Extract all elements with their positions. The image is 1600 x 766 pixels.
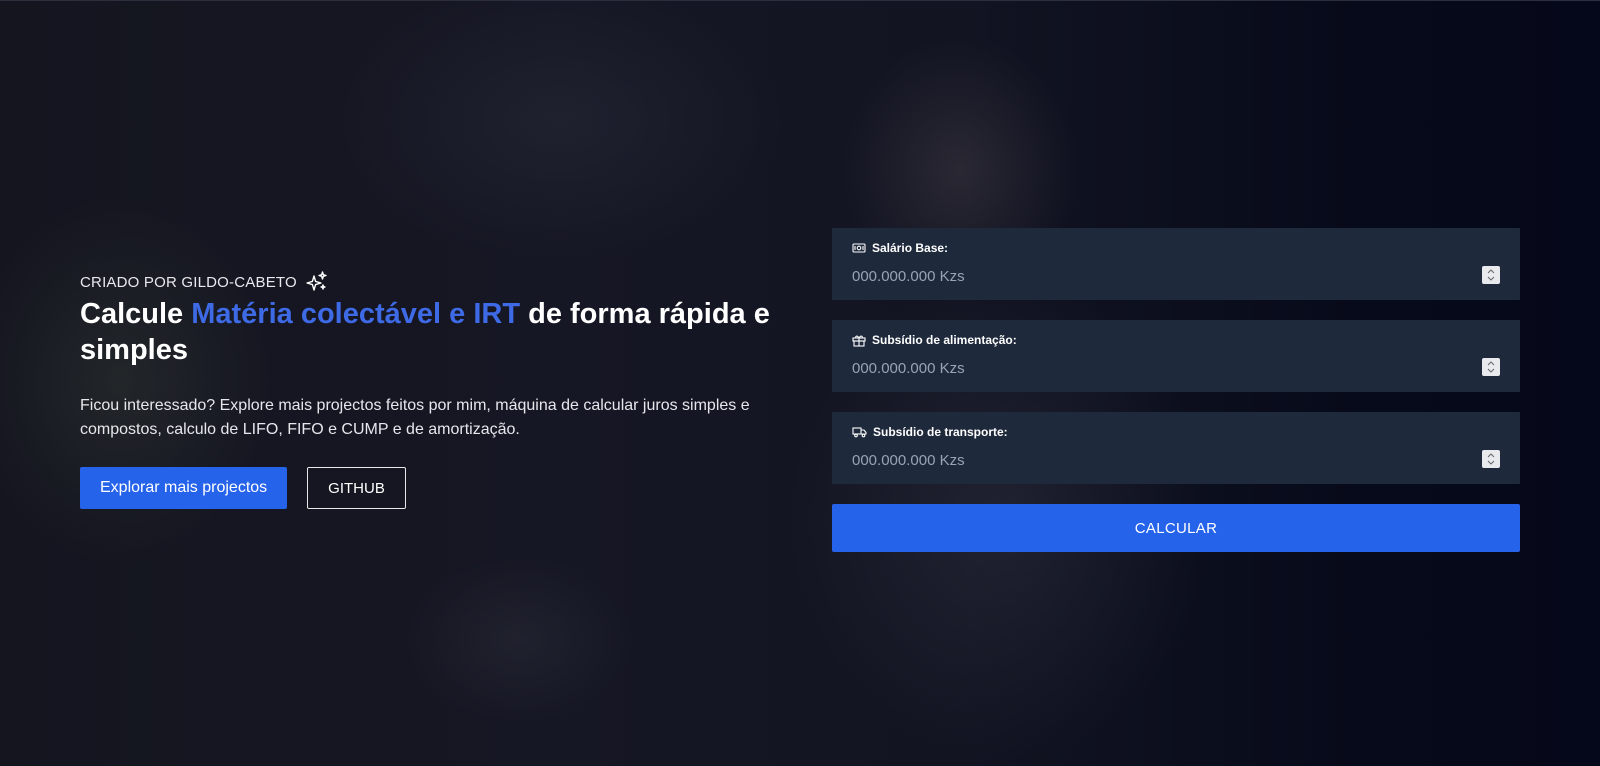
- food-allowance-label: Subsídio de alimentação:: [852, 332, 1500, 348]
- author-credit: CRIADO POR GILDO-CABETO: [80, 270, 800, 294]
- food-allowance-stepper[interactable]: [1482, 358, 1500, 376]
- food-allowance-field: Subsídio de alimentação:: [832, 320, 1520, 392]
- chevron-up-icon[interactable]: [1487, 361, 1495, 366]
- title-accent: Matéria colectável e IRT: [191, 298, 521, 330]
- transport-allowance-input[interactable]: [852, 448, 1452, 472]
- sparkles-icon: [305, 270, 329, 294]
- chevron-down-icon[interactable]: [1487, 368, 1495, 373]
- top-border: [0, 0, 1600, 1]
- truck-icon: [852, 427, 867, 438]
- base-salary-label-text: Salário Base:: [872, 241, 949, 255]
- irt-calculator-form: Salário Base: Subsídio de alimentação:: [832, 228, 1520, 552]
- explore-projects-button[interactable]: Explorar mais projectos: [80, 467, 288, 509]
- author-credit-text: CRIADO POR GILDO-CABETO: [80, 273, 297, 291]
- hero-section: CRIADO POR GILDO-CABETO Calcule Matéria …: [80, 270, 800, 509]
- food-allowance-input[interactable]: [852, 356, 1452, 380]
- title-prefix: Calcule: [80, 298, 192, 330]
- chevron-down-icon[interactable]: [1487, 276, 1495, 281]
- gift-icon: [852, 335, 866, 347]
- hero-actions: Explorar mais projectos GITHUB: [80, 467, 800, 509]
- transport-allowance-stepper[interactable]: [1482, 450, 1500, 468]
- transport-allowance-field: Subsídio de transporte:: [832, 412, 1520, 484]
- page-title: Calcule Matéria colectável e IRT de form…: [80, 296, 800, 368]
- transport-allowance-label-text: Subsídio de transporte:: [873, 425, 1008, 439]
- calculate-button[interactable]: CALCULAR: [832, 504, 1520, 552]
- money-icon: [852, 243, 866, 253]
- base-salary-label: Salário Base:: [852, 240, 1500, 256]
- base-salary-input[interactable]: [852, 264, 1452, 288]
- chevron-up-icon[interactable]: [1487, 269, 1495, 274]
- base-salary-stepper[interactable]: [1482, 266, 1500, 284]
- food-allowance-label-text: Subsídio de alimentação:: [872, 333, 1017, 347]
- transport-allowance-label: Subsídio de transporte:: [852, 424, 1500, 440]
- hero-description: Ficou interessado? Explore mais projecto…: [80, 397, 750, 438]
- chevron-down-icon[interactable]: [1487, 460, 1495, 465]
- base-salary-field: Salário Base:: [832, 228, 1520, 300]
- github-button[interactable]: GITHUB: [307, 467, 406, 509]
- chevron-up-icon[interactable]: [1487, 453, 1495, 458]
